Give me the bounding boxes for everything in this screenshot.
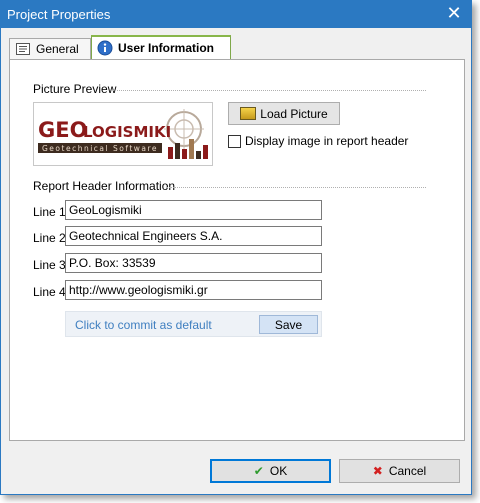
x-icon: ✖	[372, 464, 383, 478]
close-icon[interactable]: ✕	[445, 4, 463, 24]
cancel-label: Cancel	[388, 464, 427, 478]
picture-icon	[240, 107, 257, 120]
line-1-label: Line 1	[33, 205, 66, 219]
tab-strip: General User Information	[9, 35, 469, 59]
logo-text-logismiki: LOGISMIKI	[83, 123, 171, 141]
section-divider	[167, 187, 427, 188]
commit-default-bar: Click to commit as default Save	[65, 311, 322, 337]
ok-button[interactable]: ✔ OK	[210, 459, 331, 483]
tab-user-information-label: User Information	[118, 41, 215, 55]
display-in-header-label: Display image in report header	[245, 134, 409, 148]
document-icon	[16, 43, 30, 55]
save-button[interactable]: Save	[259, 315, 318, 334]
load-picture-button[interactable]: Load Picture	[228, 102, 340, 125]
checkmark-icon: ✔	[253, 464, 264, 478]
tab-user-information[interactable]: User Information	[91, 35, 231, 59]
line-3-label: Line 3	[33, 258, 66, 272]
user-information-panel: Picture Preview GEO LOGISMIKI Geotechnic…	[9, 59, 465, 441]
logo-preview: GEO LOGISMIKI Geotechnical Software	[33, 102, 213, 166]
window-title: Project Properties	[7, 7, 111, 22]
logo-text-geo: GEO	[38, 118, 87, 142]
line-2-label: Line 2	[33, 231, 66, 245]
commit-default-text: Click to commit as default	[75, 318, 212, 332]
section-divider	[111, 90, 427, 91]
load-picture-label: Load Picture	[260, 106, 328, 121]
project-properties-dialog: Project Properties ✕ General User Inform…	[0, 0, 472, 495]
tab-general-label: General	[36, 42, 79, 56]
line-4-input[interactable]	[65, 280, 322, 300]
report-header-title: Report Header Information	[33, 179, 176, 193]
picture-preview-title: Picture Preview	[33, 82, 117, 96]
ok-label: OK	[269, 464, 288, 478]
line-1-input[interactable]	[65, 200, 322, 220]
line-2-input[interactable]	[65, 226, 322, 246]
logo-subtitle: Geotechnical Software	[42, 144, 158, 153]
display-in-header-checkbox[interactable]	[228, 134, 241, 148]
display-in-header-option[interactable]: Display image in report header	[228, 134, 408, 148]
cancel-button[interactable]: ✖ Cancel	[339, 459, 460, 483]
geologismiki-logo: GEO LOGISMIKI Geotechnical Software	[38, 109, 208, 159]
info-icon	[97, 40, 113, 56]
title-bar[interactable]: Project Properties ✕	[1, 1, 471, 28]
line-3-input[interactable]	[65, 253, 322, 273]
line-4-label: Line 4	[33, 285, 66, 299]
tab-general[interactable]: General	[9, 38, 91, 59]
save-label: Save	[274, 317, 303, 332]
